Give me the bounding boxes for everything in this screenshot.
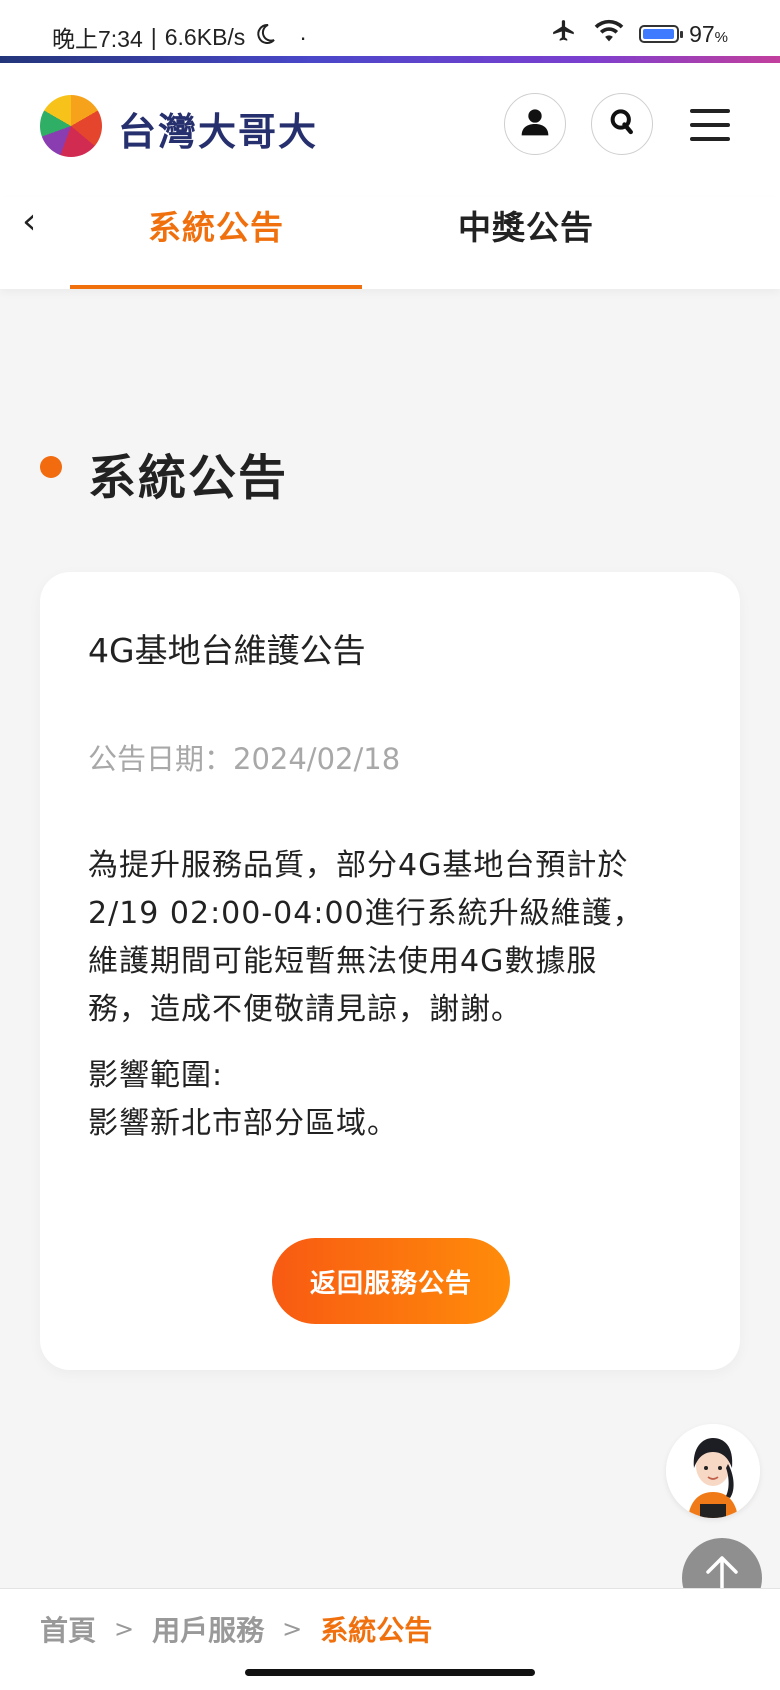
back-arrow-icon[interactable]: ‹ bbox=[22, 201, 36, 242]
active-tab-indicator bbox=[70, 285, 362, 289]
status-time: 晚上7:34 bbox=[52, 26, 143, 52]
section-bullet-icon bbox=[40, 456, 62, 478]
body-line: 為提升服務品質，部分4G基地台預計於 bbox=[88, 848, 629, 883]
announcement-body: 為提升服務品質，部分4G基地台預計於 2/19 02:00-04:00進行系統升… bbox=[88, 842, 708, 1166]
assistant-avatar-button[interactable] bbox=[666, 1424, 760, 1518]
moon-icon bbox=[253, 22, 277, 52]
battery-icon bbox=[639, 25, 684, 43]
network-speed: 6.6KB/s bbox=[164, 23, 246, 50]
announcement-date: 公告日期：2024/02/18 bbox=[88, 742, 401, 776]
brand-name[interactable]: 台灣大哥大 bbox=[118, 101, 318, 156]
chevron-right-icon: > bbox=[114, 1615, 135, 1643]
site-header: 台灣大哥大 bbox=[0, 63, 780, 197]
status-separator: | bbox=[150, 23, 157, 50]
logo-icon[interactable] bbox=[40, 95, 102, 157]
breadcrumb-user-service[interactable]: 用戶服務 bbox=[152, 1609, 264, 1649]
breadcrumb-bar: 首頁 > 用戶服務 > 系統公告 bbox=[0, 1588, 780, 1661]
home-indicator[interactable] bbox=[245, 1669, 535, 1676]
body-line: 維護期間可能短暫無法使用4G數據服 bbox=[88, 944, 598, 979]
tab-system-announcement[interactable]: 系統公告 bbox=[148, 201, 284, 249]
battery-unit: % bbox=[714, 28, 728, 46]
user-button[interactable] bbox=[504, 93, 566, 155]
user-icon bbox=[519, 106, 551, 142]
body-line: 務，造成不便敬請見諒，謝謝。 bbox=[88, 992, 522, 1027]
airplane-icon bbox=[549, 18, 579, 50]
body-line: 2/19 02:00-04:00進行系統升級維護， bbox=[88, 896, 644, 931]
breadcrumb: 首頁 > 用戶服務 > 系統公告 bbox=[40, 1609, 432, 1649]
tab-prize-announcement[interactable]: 中獎公告 bbox=[458, 201, 594, 249]
menu-icon[interactable] bbox=[690, 109, 730, 141]
announcement-card: 4G基地台維護公告 公告日期：2024/02/18 為提升服務品質，部分4G基地… bbox=[40, 572, 740, 1370]
announcement-title: 4G基地台維護公告 bbox=[88, 631, 366, 670]
assistant-avatar-icon bbox=[666, 1424, 760, 1518]
battery-percent: 97 bbox=[689, 20, 715, 47]
status-bar: 晚上7:34 | 6.6KB/s · 97% bbox=[0, 0, 780, 62]
announcement-tabs: ‹ 系統公告 中獎公告 bbox=[0, 197, 780, 289]
section-title: 系統公告 bbox=[88, 450, 289, 506]
status-dot: · bbox=[299, 23, 307, 50]
gradient-bar bbox=[0, 56, 780, 63]
chevron-right-icon: > bbox=[282, 1615, 303, 1643]
impact-label: 影響範圍: bbox=[88, 1058, 224, 1093]
breadcrumb-current: 系統公告 bbox=[320, 1614, 433, 1647]
search-button[interactable] bbox=[591, 93, 653, 155]
breadcrumb-home[interactable]: 首頁 bbox=[40, 1609, 96, 1649]
search-icon bbox=[607, 107, 637, 141]
impact-text: 影響新北市部分區域。 bbox=[88, 1106, 398, 1141]
wifi-icon bbox=[593, 18, 625, 50]
return-to-announcements-button[interactable]: 返回服務公告 bbox=[272, 1238, 510, 1324]
